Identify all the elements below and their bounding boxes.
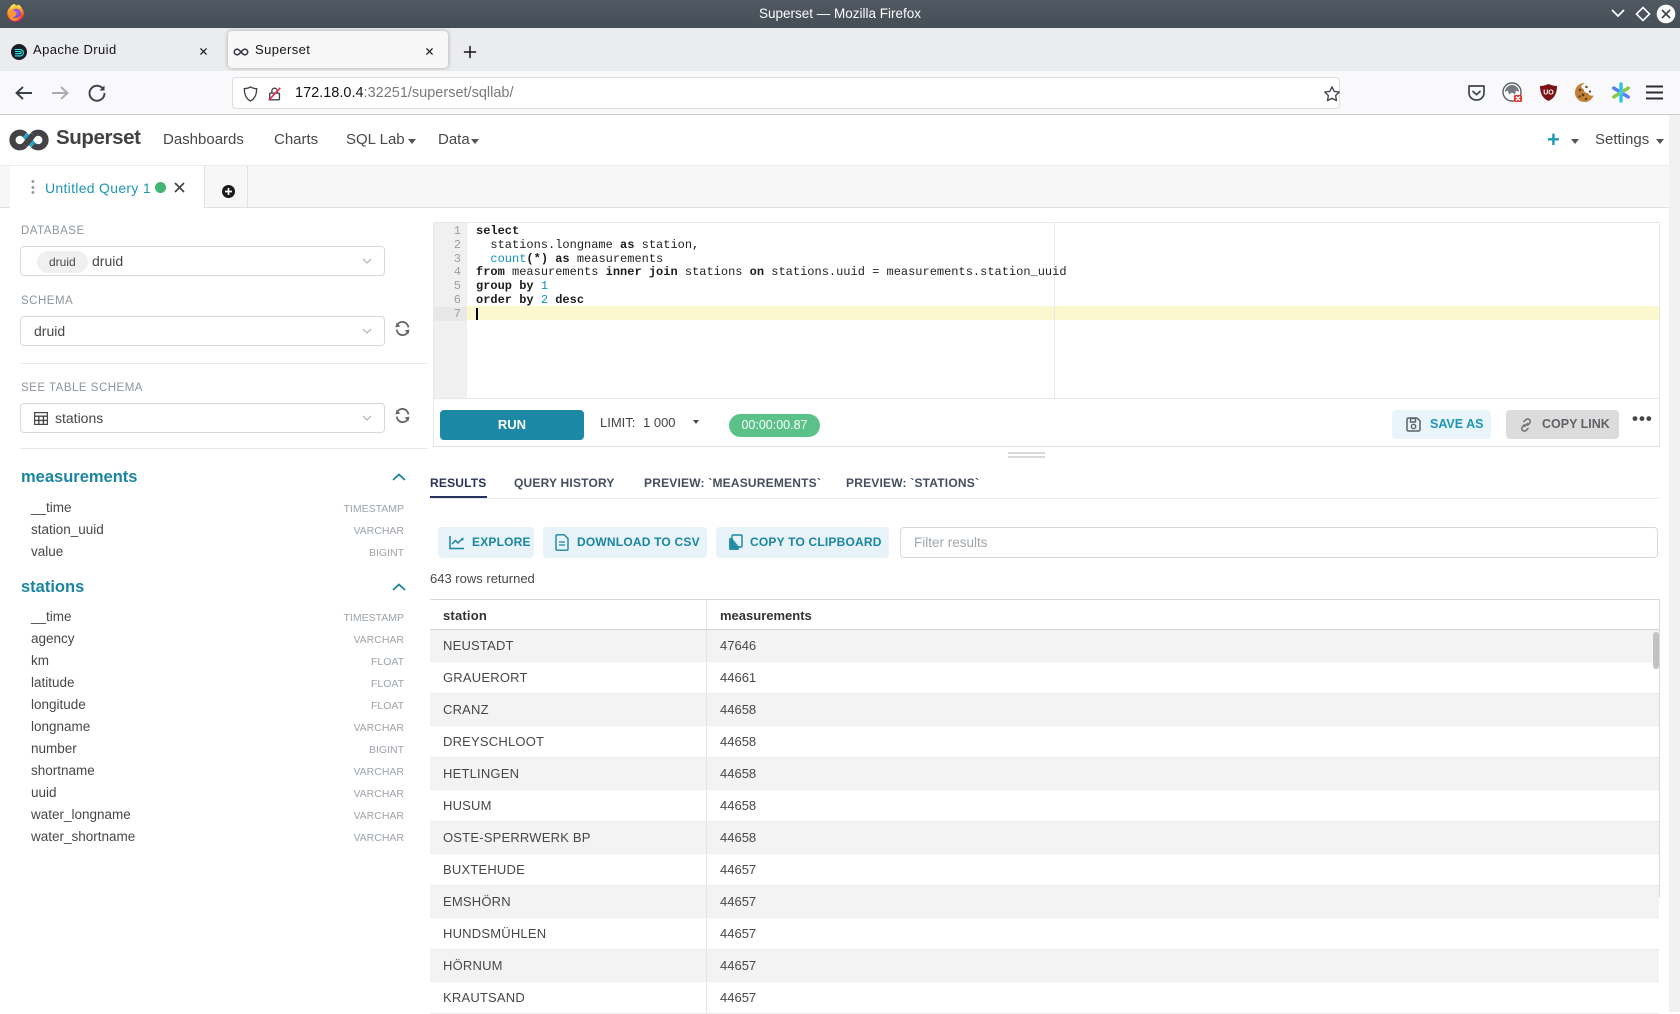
svg-text:UO: UO bbox=[1543, 90, 1554, 97]
